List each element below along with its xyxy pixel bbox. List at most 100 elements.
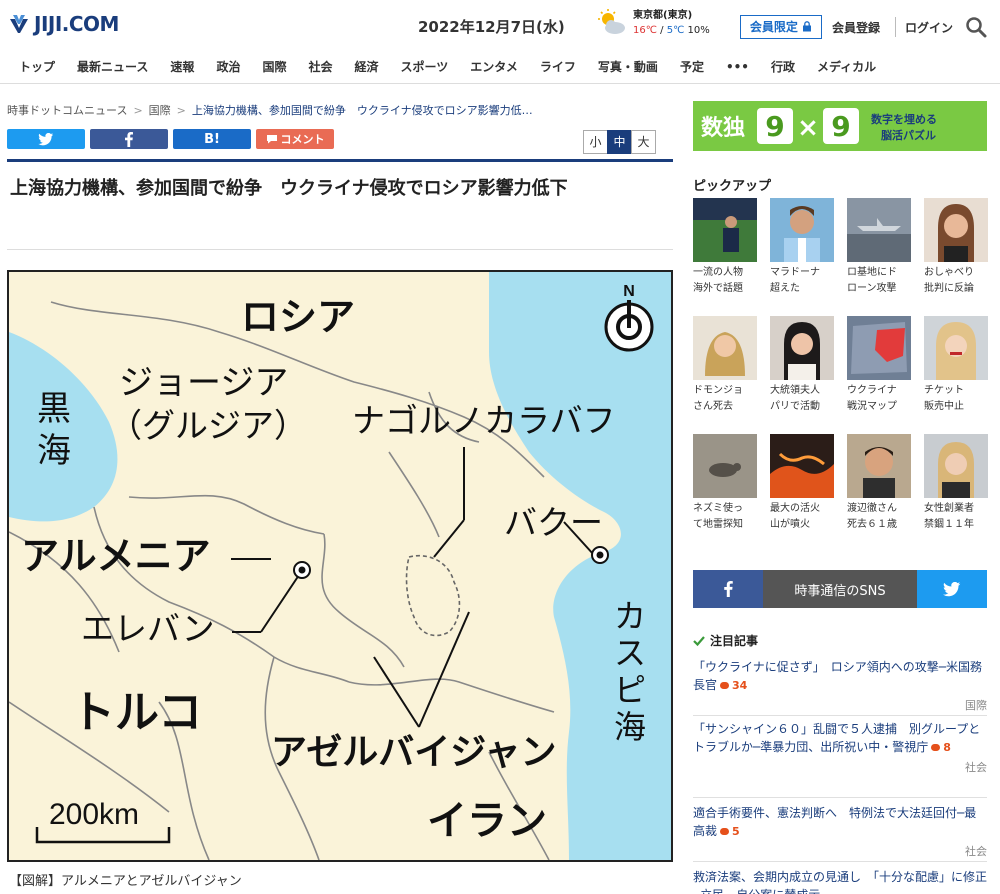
nav-item-society[interactable]: 社会 [297,58,343,75]
share-hatena-button[interactable]: B! [173,129,251,149]
pickup-item[interactable]: 女性創業者 禁錮１１年 [924,434,990,533]
pickup-text-1: ドモンジョ [693,385,743,396]
nav-item-medical[interactable]: メディカル [806,58,887,75]
nav-item-schedule[interactable]: 予定 [669,58,715,75]
nav-item-politics[interactable]: 政治 [205,58,251,75]
font-size-small-button[interactable]: 小 [583,130,608,154]
list-item[interactable]: 「サンシャイン６０」乱闘で５人逮捕 別グループとトラブルか─準暴力団、出所祝い中… [693,720,987,798]
pickup-text-2: 死去６１歳 [847,519,897,530]
nav-item-sports[interactable]: スポーツ [390,58,460,75]
pickup-item[interactable]: おしゃべり 批判に反論 [924,198,990,297]
pickup-item[interactable]: ネズミ使っ て地雷探知 [693,434,759,533]
comment-button[interactable]: コメント [256,129,334,149]
nav-item-life[interactable]: ライフ [529,58,587,75]
nav-item-latest[interactable]: 最新ニュース [66,58,159,75]
comment-icon [720,828,730,835]
site-logo[interactable]: JIJI.COM [8,12,119,36]
list-item[interactable]: 適合手術要件、憲法判断へ 特例法で大法廷回付─最高裁 5 社会 [693,804,987,862]
news-title-wrap: 「サンシャイン６０」乱闘で５人逮捕 別グループとトラブルか─準暴力団、出所祝い中… [693,720,987,757]
nav-item-international[interactable]: 国際 [251,58,297,75]
nav-item-photo-video[interactable]: 写真・動画 [587,58,669,75]
pickup-item[interactable]: ドモンジョ さん死去 [693,316,759,415]
figure-caption: 【図解】アルメニアとアゼルバイジャン [9,874,242,889]
svg-text:数字を埋める: 数字を埋める [871,112,937,126]
comment-bubble-icon [266,135,277,144]
nav-item-entertainment[interactable]: エンタメ [459,58,529,75]
pickup-item[interactable]: ウクライナ 戦況マップ [847,316,913,415]
share-facebook-button[interactable] [90,129,168,149]
facebook-icon [723,581,733,597]
breadcrumb-international[interactable]: 国際 [149,104,171,117]
sns-label: 時事通信のSNS [763,570,917,608]
actress-thumb [693,316,757,380]
font-size-large-button[interactable]: 大 [631,130,656,154]
article-title: 上海協力機構、参加国間で紛争 ウクライナ侵攻でロシア影響力低下 [10,178,568,199]
label-caspian-1: カ [614,598,646,634]
sudoku-ad-banner[interactable]: 数独 9 × 9 数字を埋める 脳活パズル [693,101,987,151]
svg-text:×: × [797,113,819,143]
weather-high: 16℃ [633,25,657,36]
breadcrumb-separator: > [133,104,143,117]
weather-sep: / [656,25,667,36]
main-nav: トップ 最新ニュース 速報 政治 国際 社会 経済 スポーツ エンタメ ライフ … [0,50,1000,84]
breadcrumb: 時事ドットコムニュース > 国際 > 上海協力機構、参加国間で紛争 ウクライナ侵攻でロシ… [7,102,533,118]
check-icon [693,635,705,646]
member-only-button[interactable]: 会員限定 [740,15,822,39]
list-item[interactable]: 「ウクライナに促さず」 ロシア領内への攻撃─米国務長官 34 国際 [693,658,987,716]
nav-item-administration[interactable]: 行政 [760,58,806,75]
news-title-wrap: 「ウクライナに促さず」 ロシア領内への攻撃─米国務長官 34 [693,658,987,695]
article-map-figure[interactable]: N ロシア ジョージア （グルジア） 黒 海 ナゴルノカラバフ バクー アルメニ… [7,270,673,862]
yerevan-marker [293,561,311,579]
title-rule [7,159,673,162]
pickup-item[interactable]: 一流の人物 海外で話題 [693,198,759,297]
login-link[interactable]: ログイン [905,19,953,36]
pickup-item[interactable]: 渡辺徹さん 死去６１歳 [847,434,913,533]
comment-count: 5 [732,825,740,838]
nav-item-top[interactable]: トップ [8,58,66,75]
pickup-item[interactable]: ロ基地にド ローン攻撃 [847,198,913,297]
list-item[interactable]: 救済法案、会期内成立の見通し 「十分な配慮」に修正─立民、自公案に賛成示 [693,868,987,894]
founder-thumb [924,434,988,498]
label-caspian-4: 海 [614,709,646,745]
svg-text:脳活パズル: 脳活パズル [881,128,936,142]
comment-count: 8 [943,741,951,754]
pickup-item[interactable]: 大統領夫人 パリで活動 [770,316,836,415]
sns-facebook-button[interactable] [693,570,763,608]
singer-thumb [924,316,988,380]
weather-widget[interactable]: 東京都(東京) 16℃ / 5℃ 10% [597,8,710,38]
site-header: JIJI.COM 2022年12月7日(水) 東京都(東京) 16℃ / 5℃ … [0,0,1000,50]
register-link[interactable]: 会員登録 [832,19,880,36]
label-georgia-alt: （グルジア） [109,407,307,444]
label-black-sea-2: 海 [37,432,71,470]
pickup-item[interactable]: 最大の活火 山が噴火 [770,434,836,533]
label-caspian-2: ス [614,635,646,671]
current-date: 2022年12月7日(水) [418,18,565,36]
weather-low: 5℃ [666,25,685,36]
share-twitter-button[interactable] [7,129,85,149]
pickup-item[interactable]: マラドーナ 超えた [770,198,836,297]
svg-text:N: N [623,283,635,300]
news-category: 社会 [965,761,987,774]
breadcrumb-separator: > [176,104,186,117]
nav-item-breaking[interactable]: 速報 [159,58,205,75]
comment-label: コメント [280,133,325,146]
label-iran: イラン [427,799,547,843]
nav-item-economy[interactable]: 経済 [343,58,389,75]
label-turkey: トルコ [71,688,202,737]
pickup-text-2: 販売中止 [924,401,964,412]
pickup-text-2: 戦況マップ [847,401,897,412]
font-size-selector: 小 中 大 [583,130,656,154]
weather-precip: 10% [687,25,710,36]
pickup-heading: ピックアップ [693,179,772,194]
search-icon[interactable] [964,15,988,39]
nav-item-more[interactable]: ••• [715,60,760,74]
breadcrumb-current: 上海協力機構、参加国間で紛争 ウクライナ侵攻でロシア影響力低… [191,104,533,117]
pickup-item[interactable]: チケット 販売中止 [924,316,990,415]
breadcrumb-home[interactable]: 時事ドットコムニュース [7,104,127,117]
font-size-medium-button[interactable]: 中 [607,130,632,154]
sns-twitter-button[interactable] [917,570,987,608]
pickup-text-1: ネズミ使っ [693,503,743,514]
comment-icon [931,744,941,751]
pickup-text-1: 女性創業者 [924,503,974,514]
news-title[interactable]: 救済法案、会期内成立の見通し 「十分な配慮」に修正─立民、自公案に賛成示 [693,870,987,894]
